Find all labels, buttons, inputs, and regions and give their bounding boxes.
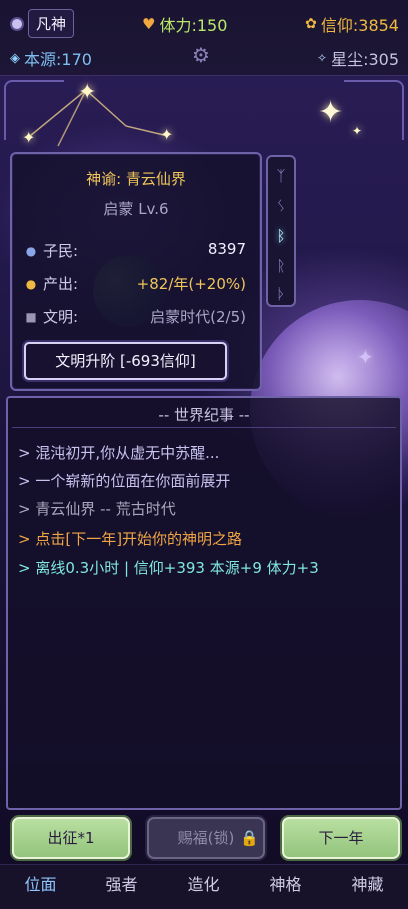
bless-label: 赐福(锁) (177, 829, 235, 847)
source-diamond-icon: ◈ (10, 50, 20, 66)
star-icon: ✦ (318, 95, 344, 130)
stamina-value: 体力:150 (159, 16, 228, 35)
gear-icon[interactable]: ⚙ (191, 45, 211, 65)
coin-icon: ● (25, 276, 37, 291)
chronicle-header: -- 世界纪事 -- (158, 406, 250, 424)
rank-label: 凡神 (28, 9, 75, 38)
top-status-bar: 凡神 ♥ 体力:150 ✿ 信仰:3854 ◈ 本源:170 ⚙ ✧ 星尘:30… (0, 0, 408, 76)
bottom-nav: 位面 强者 造化 神格 神藏 (0, 864, 408, 909)
civilization-label: 文明: (43, 308, 79, 326)
log-entry: > 混沌初开,你从虚无中苏醒... (18, 444, 220, 462)
tab-divinity[interactable]: 神格 (245, 865, 326, 909)
population-label: 子民: (43, 242, 79, 260)
rune-tabs: ᛉ ᛊ ᛒ ᚱ ᚦ (266, 155, 296, 307)
faith-icon: ✿ (305, 16, 317, 32)
output-row: ● 产出: +82/年(+20%) (24, 273, 246, 294)
rune-tab-1[interactable]: ᛉ (268, 167, 294, 185)
civilization-value: 启蒙时代(2/5) (150, 308, 246, 326)
rune-tab-2[interactable]: ᛊ (268, 197, 294, 215)
log-entry: > 点击[下一年]开始你的神明之路 (18, 530, 243, 548)
civilization-upgrade-button[interactable]: 文明升阶 [-693信仰] (24, 342, 227, 380)
source-stat: ◈ 本源:170 (10, 46, 92, 70)
output-value: +82/年(+20%) (136, 275, 246, 293)
civilization-row: ■ 文明: 启蒙时代(2/5) (24, 306, 246, 327)
rune-tab-4[interactable]: ᚱ (268, 257, 294, 275)
book-icon: ■ (25, 309, 37, 324)
log-entry: > 青云仙界 -- 荒古时代 (18, 500, 176, 518)
faith-stat: ✿ 信仰:3854 (305, 12, 399, 36)
lock-icon: 🔒 (240, 829, 259, 847)
world-chronicle-panel[interactable]: -- 世界纪事 -- > 混沌初开,你从虚无中苏醒... > 一个崭新的位面在你… (6, 396, 402, 810)
bless-button[interactable]: 赐福(锁) 🔒 (147, 817, 265, 859)
log-entry: > 一个崭新的位面在你面前展开 (18, 472, 231, 490)
source-value: 本源:170 (24, 50, 92, 69)
log-entry: > 离线0.3小时 | 信仰+393 本源+9 体力+3 (18, 559, 319, 577)
rank-badge[interactable]: 凡神 (10, 9, 75, 38)
stardust-value: 星尘:305 (331, 50, 399, 69)
population-row: ● 子民: 8397 (24, 240, 246, 261)
next-year-button[interactable]: 下一年 (282, 817, 400, 859)
tab-treasury[interactable]: 神藏 (327, 865, 408, 909)
divider (12, 427, 396, 428)
heart-icon: ♥ (142, 15, 156, 33)
population-value: 8397 (207, 240, 246, 258)
star-icon: ✦ (78, 80, 97, 105)
world-title: 神谕: 青云仙界 (86, 170, 186, 188)
world-level: 启蒙 Lv.6 (103, 200, 169, 218)
rune-tab-3[interactable]: ᛒ (268, 227, 294, 245)
stamina-stat: ♥ 体力:150 (142, 12, 227, 36)
frame-ornament (4, 80, 64, 140)
world-info-panel: 神谕: 青云仙界 启蒙 Lv.6 ● 子民: 8397 ● 产出: +82/年(+2… (10, 152, 262, 391)
output-label: 产出: (43, 275, 79, 293)
star-icon: ✦ (160, 125, 174, 144)
rank-gem-icon (10, 16, 24, 31)
stardust-icon: ✧ (317, 51, 328, 65)
people-icon: ● (25, 243, 37, 258)
tab-plane[interactable]: 位面 (0, 865, 81, 909)
stardust-stat: ✧ 星尘:305 (317, 46, 399, 70)
frame-ornament (344, 80, 404, 140)
tab-creation[interactable]: 造化 (163, 865, 244, 909)
tab-heroes[interactable]: 强者 (81, 865, 162, 909)
expedition-button[interactable]: 出征*1 (12, 817, 130, 859)
faith-value: 信仰:3854 (320, 16, 399, 35)
rune-tab-5[interactable]: ᚦ (268, 285, 294, 303)
